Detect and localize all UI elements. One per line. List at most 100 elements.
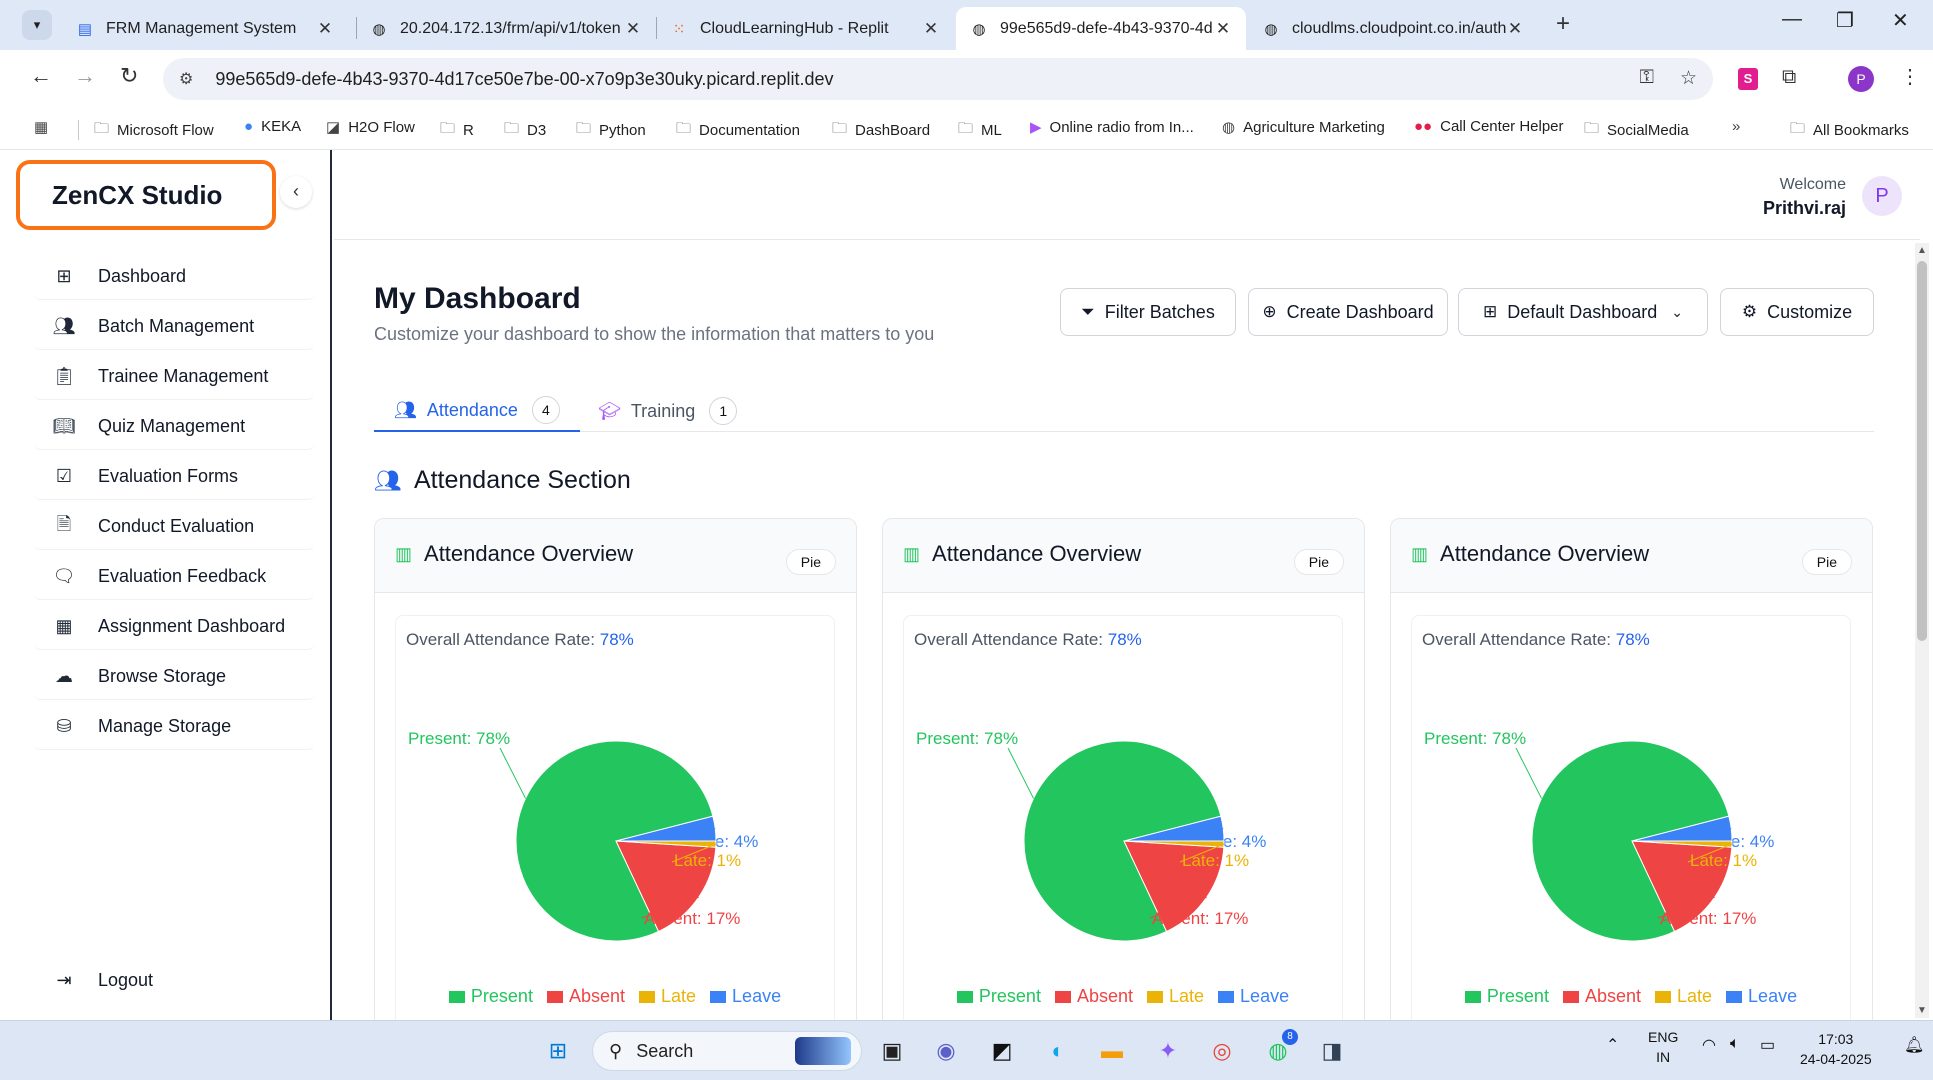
chart-type-badge[interactable]: Pie <box>1801 549 1852 575</box>
legend-item-leave[interactable]: Leave <box>710 986 781 1007</box>
legend-item-late[interactable]: Late <box>639 986 696 1007</box>
sticky-notes-icon[interactable]: ◩ <box>984 1033 1020 1069</box>
sidebar-item-browse-storage[interactable]: ☁︎ Browse Storage <box>34 654 314 700</box>
tab-training[interactable]: 🎓︎ Training 1 <box>598 390 738 432</box>
extension-icon[interactable]: S <box>1738 68 1758 90</box>
close-tab-icon[interactable]: ✕ <box>922 19 940 39</box>
legend-item-late[interactable]: Late <box>1147 986 1204 1007</box>
teams-chat-icon[interactable]: ◉ <box>928 1033 964 1069</box>
bookmark-item[interactable]: 🗀 Microsoft Flow <box>94 118 214 143</box>
close-window-icon[interactable]: ✕ <box>1892 8 1909 33</box>
browser-tab[interactable]: ◍ 20.204.172.13/frm/api/v1/token ✕ <box>356 7 656 50</box>
bookmark-item[interactable]: ●● Call Center Helper <box>1414 118 1564 135</box>
close-tab-icon[interactable]: ✕ <box>1214 19 1232 39</box>
file-explorer-icon[interactable]: ▬ <box>1094 1033 1130 1069</box>
sidebar-item-evaluation-forms[interactable]: ☑ Evaluation Forms <box>34 454 314 500</box>
label-leader-line <box>1515 747 1542 799</box>
legend-item-present[interactable]: Present <box>956 986 1041 1007</box>
page-scrollbar[interactable]: ▲ ▼ <box>1915 243 1929 1018</box>
legend-item-present[interactable]: Present <box>448 986 533 1007</box>
password-key-icon[interactable]: ⚿ <box>1639 67 1653 90</box>
legend-item-absent[interactable]: Absent <box>1562 986 1641 1007</box>
bookmark-item[interactable]: 🗀 SocialMedia <box>1584 118 1689 143</box>
legend-item-leave[interactable]: Leave <box>1726 986 1797 1007</box>
chart-type-badge[interactable]: Pie <box>1293 549 1344 575</box>
close-tab-icon[interactable]: ✕ <box>316 19 334 39</box>
tab-attendance[interactable]: 👥︎ Attendance 4 <box>374 390 580 432</box>
legend-item-absent[interactable]: Absent <box>1054 986 1133 1007</box>
legend-item-present[interactable]: Present <box>1464 986 1549 1007</box>
reload-icon[interactable]: ↻ <box>120 63 138 89</box>
sidebar-item-trainee-management[interactable]: 📋︎ Trainee Management <box>34 354 314 400</box>
notification-bell-icon[interactable]: 🔔︎ <box>1904 1035 1924 1055</box>
bookmark-item[interactable]: 🗀 Python <box>576 118 646 143</box>
legend-item-absent[interactable]: Absent <box>546 986 625 1007</box>
bookmark-item[interactable]: ◍ Agriculture Marketing <box>1222 118 1385 137</box>
copilot-icon[interactable]: ✦ <box>1150 1033 1186 1069</box>
volume-icon[interactable]: 🔈︎ <box>1730 1035 1740 1053</box>
more-bookmarks-icon[interactable]: » <box>1732 118 1748 135</box>
logout-button[interactable]: ⇥ Logout <box>34 960 314 1000</box>
tab-search-menu-icon[interactable]: ▾ <box>22 10 52 40</box>
windows-start-icon[interactable]: ⊞ <box>540 1033 576 1069</box>
apps-grid-icon[interactable]: ▦ <box>34 118 56 136</box>
address-bar[interactable]: ⚙ 99e565d9-defe-4b43-9370-4d17ce50e7be-0… <box>163 58 1713 100</box>
bookmark-item[interactable]: 🗀 D3 <box>504 118 546 143</box>
bookmark-item[interactable]: ◪ H2O Flow <box>326 118 415 137</box>
legend-item-late[interactable]: Late <box>1655 986 1712 1007</box>
language-indicator[interactable]: ENG IN <box>1648 1027 1678 1067</box>
bookmark-item[interactable]: ● KEKA <box>244 118 301 135</box>
bookmark-star-icon[interactable]: ☆ <box>1680 67 1697 90</box>
avatar[interactable]: P <box>1862 176 1902 216</box>
browser-tab[interactable]: ◍ cloudlms.cloudpoint.co.in/auth ✕ <box>1248 7 1538 50</box>
legend-item-leave[interactable]: Leave <box>1218 986 1289 1007</box>
sidebar-item-batch-management[interactable]: 👥︎ Batch Management <box>34 304 314 350</box>
default-dashboard-dropdown[interactable]: ⊞ Default Dashboard ⌄ <box>1458 288 1708 336</box>
sidebar-item-dashboard[interactable]: ⊞ Dashboard <box>34 254 314 300</box>
close-tab-icon[interactable]: ✕ <box>624 19 642 39</box>
whatsapp-icon[interactable]: ◍ 8 <box>1260 1029 1298 1069</box>
sidebar-item-conduct-evaluation[interactable]: 🗎 Conduct Evaluation <box>34 504 314 550</box>
extensions-puzzle-icon[interactable]: ⧉ <box>1782 66 1796 89</box>
sidebar-item-assignment-dashboard[interactable]: ▦ Assignment Dashboard <box>34 604 314 650</box>
forward-icon[interactable]: → <box>74 63 96 89</box>
back-icon[interactable]: ← <box>30 63 52 89</box>
scroll-down-icon[interactable]: ▼ <box>1917 1005 1927 1016</box>
battery-icon[interactable]: ▭ <box>1760 1035 1775 1055</box>
scroll-up-icon[interactable]: ▲ <box>1917 245 1927 256</box>
create-dashboard-button[interactable]: ⊕ Create Dashboard <box>1248 288 1448 336</box>
chevron-up-icon[interactable]: ⌃ <box>1606 1035 1619 1055</box>
collapse-sidebar-button[interactable]: ‹ <box>280 176 312 208</box>
customize-button[interactable]: ⚙ Customize <box>1720 288 1874 336</box>
new-tab-icon[interactable]: + <box>1556 10 1570 38</box>
site-info-icon[interactable]: ⚙ <box>179 69 193 89</box>
app-window-icon[interactable]: ◨ <box>1314 1033 1350 1069</box>
bookmark-item[interactable]: 🗀 ML <box>958 118 1002 143</box>
more-menu-icon[interactable]: ⋮ <box>1900 64 1920 89</box>
bookmark-item[interactable]: ▶ Online radio from In... <box>1030 118 1194 137</box>
sidebar-item-manage-storage[interactable]: ⛁ Manage Storage <box>34 704 314 750</box>
browser-tab[interactable]: ⁙ CloudLearningHub - Replit ✕ <box>656 7 954 50</box>
minimize-icon[interactable]: — <box>1782 8 1802 31</box>
filter-batches-button[interactable]: ⏷ Filter Batches <box>1060 288 1236 336</box>
browser-tab-active[interactable]: ◍ 99e565d9-defe-4b43-9370-4d1 ✕ <box>956 7 1246 50</box>
task-view-icon[interactable]: ▣ <box>874 1033 910 1069</box>
chart-type-badge[interactable]: Pie <box>785 549 836 575</box>
chrome-icon[interactable]: ◎ <box>1204 1033 1240 1069</box>
bookmark-item[interactable]: 🗀 DashBoard <box>832 118 930 143</box>
url-text[interactable]: 99e565d9-defe-4b43-9370-4d17ce50e7be-00-… <box>215 69 833 90</box>
sidebar-item-evaluation-feedback[interactable]: 🗨︎ Evaluation Feedback <box>34 554 314 600</box>
browser-tab[interactable]: ▤ FRM Management System ✕ <box>62 7 348 50</box>
clock[interactable]: 17:03 24-04-2025 <box>1800 1029 1872 1069</box>
taskbar-search[interactable]: ⚲ Search <box>592 1031 862 1071</box>
bookmark-item[interactable]: 🗀 Documentation <box>676 118 800 143</box>
all-bookmarks[interactable]: 🗀 All Bookmarks <box>1790 118 1909 143</box>
profile-avatar[interactable]: P <box>1848 66 1874 92</box>
sidebar-item-quiz-management[interactable]: 📖︎ Quiz Management <box>34 404 314 450</box>
wifi-icon[interactable]: ◠ <box>1702 1035 1716 1055</box>
edge-icon[interactable]: ◐ <box>1040 1033 1076 1069</box>
close-tab-icon[interactable]: ✕ <box>1506 19 1524 39</box>
bookmark-item[interactable]: 🗀 R <box>440 118 474 143</box>
scrollbar-thumb[interactable] <box>1917 261 1927 641</box>
restore-icon[interactable]: ❐ <box>1836 8 1854 33</box>
